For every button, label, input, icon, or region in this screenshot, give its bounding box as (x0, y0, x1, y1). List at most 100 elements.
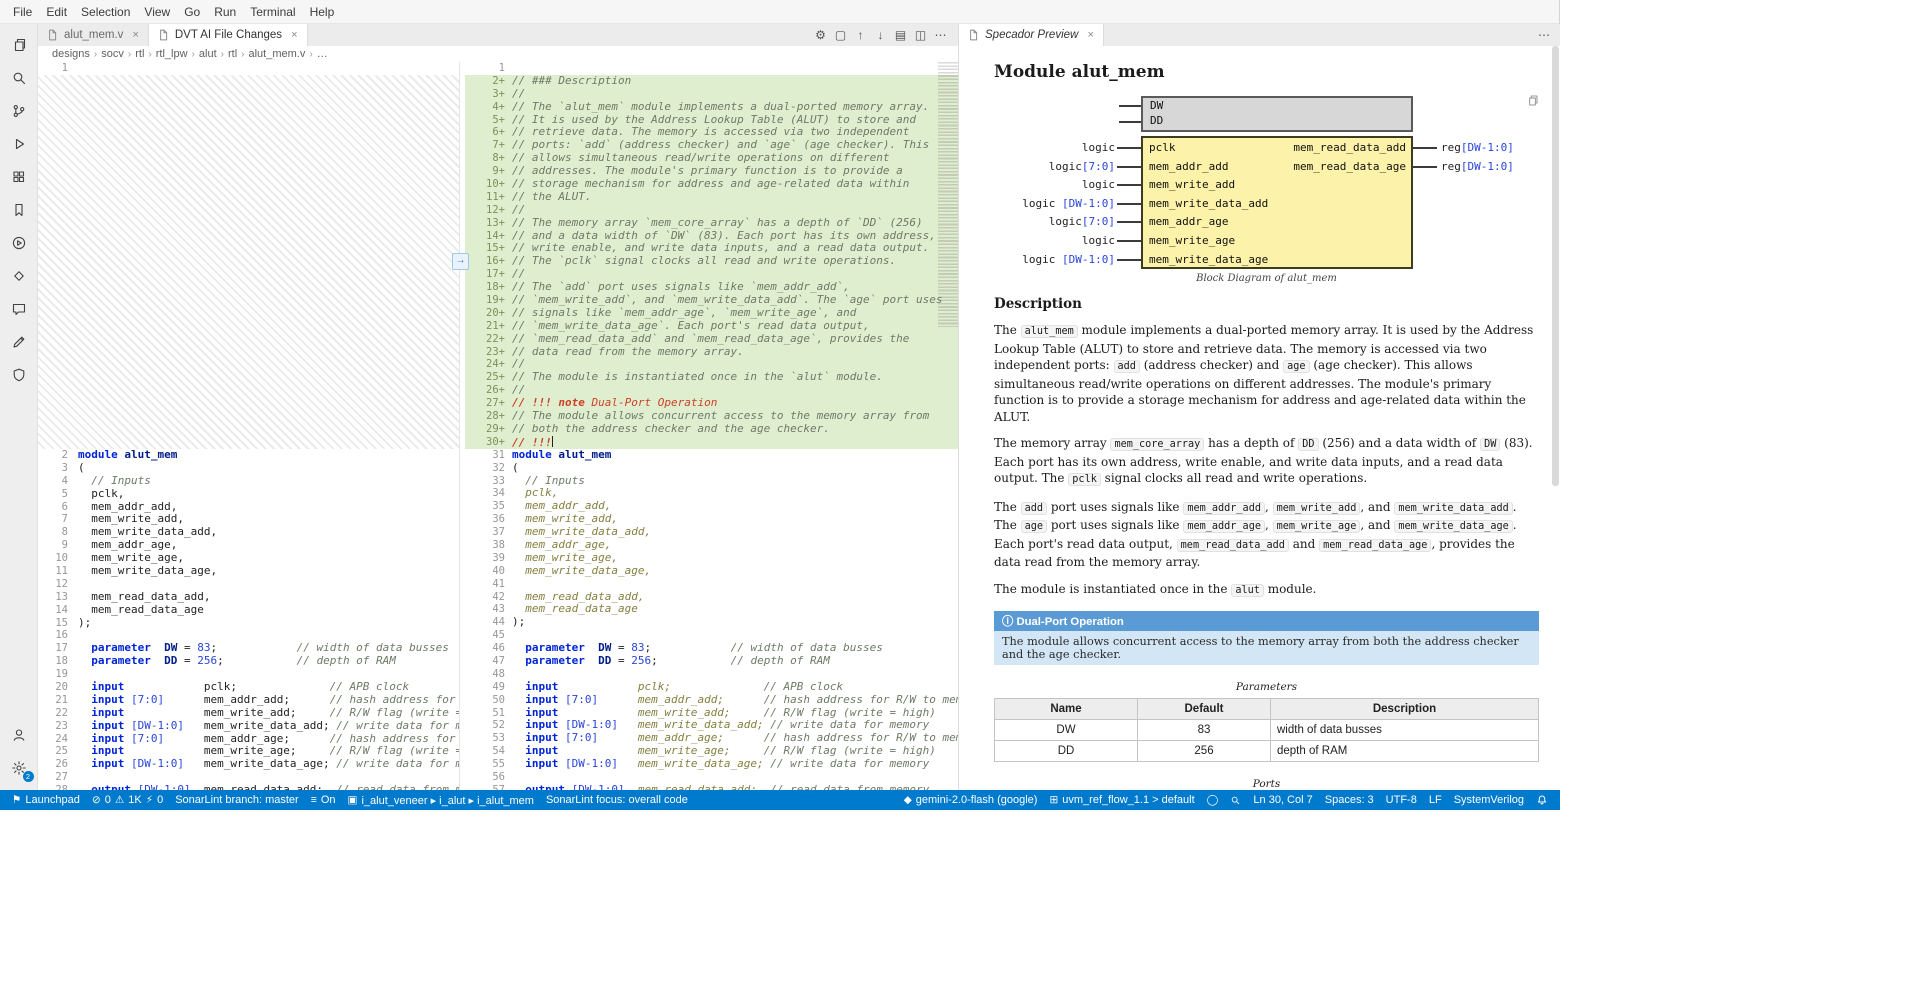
status-search-small-icon[interactable] (1224, 790, 1247, 810)
line-number[interactable]: 6 (38, 501, 78, 514)
code-line[interactable]: 19+// `mem_write_add`, and `mem_write_da… (465, 294, 958, 307)
line-number[interactable]: 32 (465, 462, 512, 475)
code-line[interactable]: 12+// (465, 204, 958, 217)
code-line[interactable]: 19 (38, 668, 459, 681)
code-line[interactable]: 38 mem_addr_age, (465, 539, 958, 552)
code-line[interactable]: 24 input [7:0] mem_addr_age; // hash add… (38, 733, 459, 746)
code-line[interactable]: 2+// ### Description (465, 75, 958, 88)
line-number[interactable]: 30+ (465, 436, 512, 449)
line-number[interactable]: 2 (38, 449, 78, 462)
search-icon[interactable] (0, 61, 38, 94)
code-line[interactable]: 15); (38, 617, 459, 630)
line-number[interactable]: 46 (465, 642, 512, 655)
code-line[interactable]: 29+// both the address checker and the a… (465, 423, 958, 436)
line-number[interactable]: 18+ (465, 281, 512, 294)
code-line[interactable]: 25 input mem_write_age; // R/W flag (wri… (38, 745, 459, 758)
code-line[interactable]: 27 (38, 771, 459, 784)
code-line[interactable]: 18 parameter DD = 256; // depth of RAM (38, 655, 459, 668)
chat-icon[interactable] (0, 292, 38, 325)
menu-edit[interactable]: Edit (39, 0, 74, 23)
code-line[interactable]: 9+// addresses. The module's primary fun… (465, 165, 958, 178)
menu-go[interactable]: Go (177, 0, 207, 23)
line-number[interactable]: 14 (38, 604, 78, 617)
extensions-icon[interactable] (0, 160, 38, 193)
code-line[interactable]: 45 (465, 629, 958, 642)
status-item[interactable]: ⊘0⚠1K⚡0 (86, 790, 169, 810)
code-line[interactable]: 54 input mem_write_age; // R/W flag (wri… (465, 745, 958, 758)
more-actions-icon[interactable]: ⋯ (1538, 24, 1560, 46)
line-number[interactable]: 23+ (465, 346, 512, 359)
line-number[interactable]: 26 (38, 758, 78, 771)
preview-scrollbar[interactable] (1552, 46, 1559, 790)
more-actions-icon[interactable]: ⋯ (931, 28, 950, 42)
minimap[interactable] (938, 62, 958, 327)
code-line[interactable]: 13+// The memory array `mem_core_array` … (465, 217, 958, 230)
line-number[interactable]: 14+ (465, 230, 512, 243)
files-icon[interactable] (0, 28, 38, 61)
code-line[interactable]: 37 mem_write_data_add, (465, 526, 958, 539)
line-number[interactable]: 38 (465, 539, 512, 552)
line-number[interactable]: 23 (38, 720, 78, 733)
menu-help[interactable]: Help (303, 0, 342, 23)
line-number[interactable]: 41 (465, 578, 512, 591)
diff-region-arrow-icon[interactable]: → (452, 253, 469, 270)
menu-file[interactable]: File (6, 0, 39, 23)
line-number[interactable]: 25+ (465, 371, 512, 384)
test-icon[interactable] (0, 226, 38, 259)
code-line[interactable]: 53 input [7:0] mem_addr_age; // hash add… (465, 732, 958, 745)
status-launchpad[interactable]: ⚑Launchpad (6, 790, 86, 810)
code-line[interactable]: 10 mem_write_age, (38, 552, 459, 565)
code-line[interactable]: 5+// It is used by the Address Lookup Ta… (465, 114, 958, 127)
code-line[interactable]: 5 pclk, (38, 488, 459, 501)
code-line[interactable]: 16+// The `pclk` signal clocks all read … (465, 255, 958, 268)
line-number[interactable]: 13+ (465, 217, 512, 230)
menu-run[interactable]: Run (207, 0, 243, 23)
menu-view[interactable]: View (137, 0, 177, 23)
diagram-port[interactable]: mem_write_add (1149, 178, 1235, 191)
code-line[interactable]: 13 mem_read_data_add, (38, 591, 459, 604)
code-line[interactable]: 55 input [DW-1:0] mem_write_data_age; //… (465, 758, 958, 771)
compare-icon[interactable]: ▢ (831, 28, 850, 42)
line-number[interactable]: 9+ (465, 165, 512, 178)
line-number[interactable]: 2+ (465, 75, 512, 88)
line-number[interactable]: 10+ (465, 178, 512, 191)
line-number[interactable]: 8 (38, 526, 78, 539)
code-line[interactable]: 56 (465, 771, 958, 784)
line-number[interactable]: 7 (38, 513, 78, 526)
line-number[interactable]: 13 (38, 591, 78, 604)
line-number[interactable]: 21 (38, 694, 78, 707)
code-line[interactable]: 30+// !!! (465, 436, 958, 449)
line-number[interactable]: 31 (465, 449, 512, 462)
code-line[interactable]: 41 (465, 578, 958, 591)
line-number[interactable]: 48 (465, 668, 512, 681)
close-icon[interactable]: × (132, 29, 138, 41)
source-control-icon[interactable] (0, 94, 38, 127)
line-number[interactable]: 27 (38, 771, 78, 784)
line-number[interactable]: 11+ (465, 191, 512, 204)
code-line[interactable]: 1 (465, 62, 958, 75)
status-utf-8[interactable]: UTF-8 (1380, 790, 1423, 810)
run-debug-icon[interactable] (0, 127, 38, 160)
code-line[interactable]: 6 mem_addr_add, (38, 501, 459, 514)
line-number[interactable]: 12+ (465, 204, 512, 217)
line-number[interactable]: 35 (465, 500, 512, 513)
code-line[interactable]: 22 input mem_write_add; // R/W flag (wri… (38, 707, 459, 720)
code-line[interactable]: 3( (38, 462, 459, 475)
line-number[interactable]: 39 (465, 552, 512, 565)
code-line[interactable]: 17 parameter DW = 83; // width of data b… (38, 642, 459, 655)
line-number[interactable]: 37 (465, 526, 512, 539)
line-number[interactable]: 54 (465, 745, 512, 758)
breadcrumb-item[interactable]: … (317, 48, 328, 60)
code-line[interactable]: 31module alut_mem (465, 449, 958, 462)
line-number[interactable]: 29+ (465, 423, 512, 436)
code-line[interactable]: 14+// and a data width of `DW` (83). Eac… (465, 230, 958, 243)
line-number[interactable]: 25 (38, 745, 78, 758)
code-line[interactable]: 23+// data read from the memory array. (465, 346, 958, 359)
code-line[interactable]: 14 mem_read_data_age (38, 604, 459, 617)
diagram-port[interactable]: mem_write_data_add (1149, 197, 1268, 210)
code-line[interactable]: 40 mem_write_data_age, (465, 565, 958, 578)
code-line[interactable]: 10+// storage mechanism for address and … (465, 178, 958, 191)
line-number[interactable]: 17 (38, 642, 78, 655)
code-line[interactable]: 44); (465, 616, 958, 629)
status-sonarlint-focus-overall-code[interactable]: SonarLint focus: overall code (540, 790, 694, 810)
